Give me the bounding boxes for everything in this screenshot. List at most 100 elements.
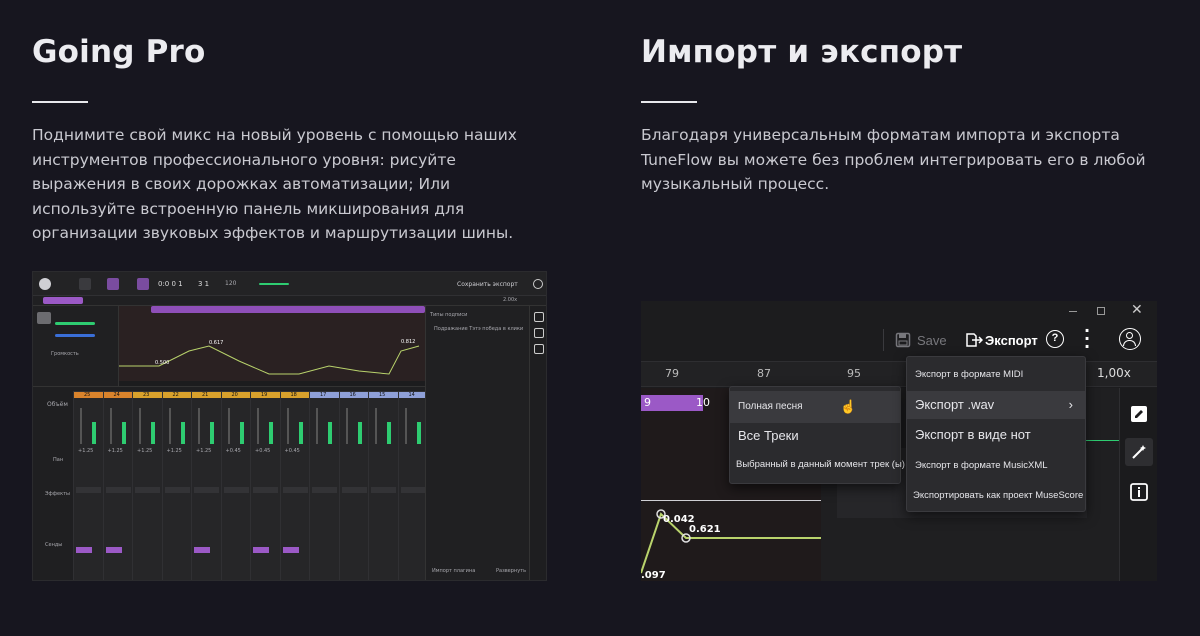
menu-item-export-notes[interactable]: Экспорт в виде нот — [907, 421, 1085, 449]
mixer-effects-label: Эффекты — [45, 491, 70, 497]
channel-effect-slot[interactable] — [164, 487, 190, 493]
channel-effect-slot[interactable] — [76, 487, 101, 493]
mixer-channel[interactable]: 17 — [309, 391, 340, 580]
close-icon[interactable]: ✕ — [1131, 302, 1143, 318]
account-icon[interactable] — [533, 279, 543, 289]
expand-button[interactable]: Развернуть — [496, 568, 526, 574]
menu-item-export-musicxml[interactable]: Экспорт в формате MusicXML — [907, 453, 1085, 479]
time-display: 0:0 0 1 — [158, 280, 183, 288]
mixer-channel[interactable]: 14 — [397, 391, 429, 580]
edit-icon[interactable] — [534, 312, 544, 322]
mixer-channel[interactable]: 15 — [368, 391, 399, 580]
menu-item-export-midi[interactable]: Экспорт в формате MIDI — [907, 363, 1085, 387]
info-icon[interactable] — [534, 344, 544, 354]
level-meter — [269, 422, 273, 444]
volume-label: Громкость — [51, 351, 79, 357]
save-button[interactable]: Save — [895, 329, 947, 351]
side-toolbar — [1119, 388, 1157, 581]
channel-fader[interactable] — [139, 408, 141, 444]
mixer-channel[interactable]: 25 +1.25 — [73, 391, 104, 580]
channel-fader[interactable] — [404, 408, 407, 444]
automation-curve[interactable] — [119, 306, 425, 381]
channel-fader[interactable] — [286, 408, 289, 444]
channel-effect-slot[interactable] — [341, 487, 367, 493]
side-panel-item[interactable]: Подражание Тэтэ победа в клики — [434, 326, 523, 332]
channel-effect-slot[interactable] — [400, 487, 426, 493]
save-export-button[interactable]: Сохранить экспорт — [457, 281, 518, 288]
menu-item-all-tracks[interactable]: Все Треки — [730, 423, 900, 449]
channel-effect-slot[interactable] — [282, 487, 308, 493]
channel-effect-slot[interactable] — [135, 487, 160, 493]
mixer-channel[interactable]: 20 +0.45 — [220, 391, 252, 580]
maximize-icon[interactable] — [1097, 307, 1105, 315]
menu-item-label: Экспорт в виде нот — [915, 427, 1031, 442]
edit-button[interactable] — [1125, 400, 1153, 428]
channel-fader[interactable] — [345, 408, 348, 444]
channel-db: +1.25 — [196, 448, 212, 454]
track-instrument[interactable] — [37, 312, 51, 324]
mixer-channel[interactable]: 16 — [338, 391, 370, 580]
channel-fader[interactable] — [316, 408, 318, 444]
channel-db: +1.25 — [78, 448, 94, 454]
loop-button[interactable] — [107, 278, 119, 290]
menu-item-export-wav[interactable]: Экспорт .wav › — [907, 391, 1085, 419]
track-volume-fader[interactable] — [55, 322, 95, 325]
channel-effect-slot[interactable] — [312, 487, 337, 493]
section-description: Благодаря универсальным форматам импорта… — [641, 126, 1146, 193]
info-button[interactable] — [1125, 478, 1153, 506]
level-meter — [357, 422, 362, 444]
title-divider — [641, 101, 697, 103]
channel-fader[interactable] — [227, 408, 230, 444]
menu-item-selected-tracks[interactable]: Выбранный в данный момент трек (ы) — [730, 451, 905, 479]
channel-fader[interactable] — [109, 408, 112, 444]
channel-fader[interactable] — [168, 408, 171, 444]
menu-item-full-song[interactable]: Полная песня ☝ — [730, 391, 900, 423]
level-meter — [210, 422, 214, 444]
daw-toolbar: 0:0 0 1 3 1 120 Сохранить экспорт — [33, 272, 546, 296]
mixer-channel[interactable]: 18 +0.45 — [279, 391, 311, 580]
channel-effect-slot[interactable] — [223, 487, 249, 493]
mixer-channel[interactable]: 19 +0.45 — [250, 391, 281, 580]
help-icon[interactable]: ? — [1046, 330, 1064, 348]
channel-number: 17 — [320, 392, 327, 398]
level-meter — [298, 422, 303, 444]
metronome-button[interactable] — [137, 278, 149, 290]
channel-effect-slot[interactable] — [105, 487, 131, 493]
master-volume-slider[interactable] — [259, 283, 289, 285]
mixer-channel[interactable]: 24 +1.25 — [102, 391, 134, 580]
account-icon[interactable] — [1119, 328, 1141, 350]
automation-lane[interactable]: 0.617 0.500 0.812 — [119, 306, 425, 381]
menu-item-label: Экспорт в формате MusicXML — [915, 460, 1048, 471]
side-panel: Типы подписи Подражание Тэтэ победа в кл… — [425, 306, 529, 580]
magic-button[interactable] — [1125, 438, 1153, 466]
mixer-channel[interactable]: 22 +1.25 — [161, 391, 193, 580]
menu-item-label: Полная песня — [738, 401, 803, 412]
channel-send[interactable] — [194, 547, 210, 553]
export-button[interactable]: Экспорт — [965, 329, 1038, 351]
minimize-icon[interactable] — [1069, 311, 1077, 312]
track-pan-fader[interactable] — [55, 334, 95, 337]
export-menu: Экспорт в формате MIDI Экспорт .wav › Эк… — [906, 356, 1086, 512]
channel-effect-slot[interactable] — [253, 487, 278, 493]
menu-item-export-musescore[interactable]: Экспортировать как проект MuseScore — [907, 483, 1085, 509]
channel-send[interactable] — [282, 547, 299, 553]
timeline-ruler[interactable]: 2.00x — [33, 296, 546, 306]
channel-fader[interactable] — [198, 408, 200, 444]
toolbar-divider — [883, 329, 884, 351]
channel-fader[interactable] — [375, 408, 377, 444]
pause-button[interactable] — [79, 278, 91, 290]
magic-icon[interactable] — [534, 328, 544, 338]
channel-send[interactable] — [253, 547, 269, 553]
channel-effect-slot[interactable] — [194, 487, 219, 493]
channel-fader[interactable] — [80, 408, 82, 444]
mixer-channel[interactable]: 21 +1.25 — [191, 391, 222, 580]
more-icon[interactable]: · · · — [1083, 323, 1091, 355]
channel-effect-slot[interactable] — [371, 487, 396, 493]
import-plugin-button[interactable]: Импорт плагина — [432, 568, 475, 574]
channel-send[interactable] — [105, 547, 122, 553]
mixer-sends-label: Сенды — [45, 542, 63, 548]
channel-send[interactable] — [76, 547, 92, 553]
mixer-channel[interactable]: 23 +1.25 — [132, 391, 163, 580]
auto-value: .097 — [641, 570, 666, 581]
channel-fader[interactable] — [257, 408, 259, 444]
